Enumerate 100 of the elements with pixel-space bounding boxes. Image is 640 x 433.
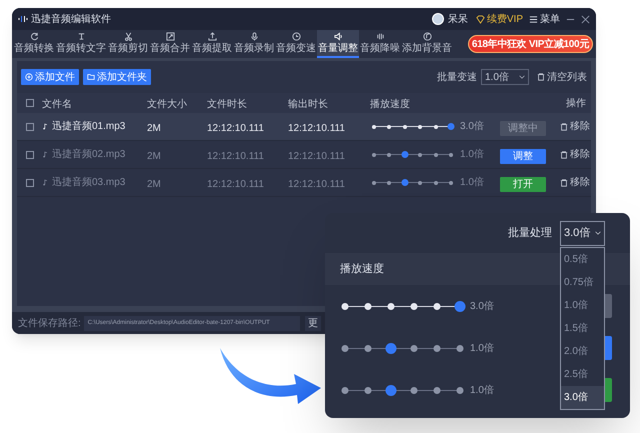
user-name: 呆呆 (448, 12, 468, 26)
trash-icon (537, 73, 545, 81)
table-cell: 12:12:10.111 (288, 150, 345, 162)
speed-slider[interactable] (339, 300, 466, 312)
slider-thumb[interactable] (448, 123, 454, 130)
toolbar-tab[interactable]: 音频降噪 (359, 30, 401, 58)
checkbox[interactable] (26, 99, 34, 107)
toolbar-tab[interactable]: 音频提取 (191, 30, 233, 58)
remove-button[interactable]: 移除 (560, 147, 590, 162)
dropdown-option[interactable]: 2.0倍 (561, 340, 604, 363)
open-button[interactable]: 打开 (500, 176, 546, 192)
toolbar-tab[interactable]: 添加背景音 (401, 30, 453, 58)
chevron-down-icon (519, 74, 525, 80)
folder-icon (87, 73, 95, 81)
speed-slider[interactable] (370, 122, 455, 132)
dropdown-option[interactable]: 1.5倍 (561, 317, 604, 340)
add-folder-button[interactable]: 添加文件夹 (83, 69, 151, 85)
close-icon[interactable] (581, 14, 590, 24)
logo-icon (18, 14, 28, 24)
save-path-label: 文件保存路径: (18, 316, 81, 330)
table-row[interactable]: 迅捷音频01.mp3 2M 12:12:10.111 12:12:10.111 3.0倍 调整中 移除 (17, 113, 591, 141)
window-title: 迅捷音频编辑软件 (31, 12, 111, 26)
dropdown-list[interactable]: 0.5倍 0.75倍 1.0倍 1.5倍 2.0倍 2.5倍 3.0倍 (560, 247, 605, 410)
upload-icon (208, 32, 216, 41)
toolbar-tab[interactable]: 音频录制 (233, 30, 275, 58)
toolbar-tab[interactable]: 音频变速 (275, 30, 317, 58)
table-cell: 12:12:10.111 (288, 122, 345, 134)
speed-slider[interactable] (339, 342, 466, 354)
speed-reading: 1.0倍 (470, 342, 494, 356)
table-cell: 12:12:10.111 (207, 178, 264, 190)
batch-process-label: 批量处理 (508, 226, 552, 241)
column-header: 输出时长 (288, 99, 328, 110)
diamond-icon (476, 14, 485, 24)
column-header: 播放速度 (370, 99, 410, 110)
speed-slider[interactable] (370, 178, 455, 188)
speed-dropdown[interactable]: 1.0倍 (481, 69, 529, 85)
section-title: 播放速度 (340, 262, 384, 277)
change-path-button[interactable]: 更 (304, 316, 321, 330)
refresh-icon (30, 32, 38, 41)
table-row[interactable]: 迅捷音频02.mp3 2M 12:12:10.111 12:12:10.111 1.0倍 调整 移除 (17, 141, 591, 169)
column-header: 文件时长 (207, 99, 247, 110)
scissors-icon (124, 32, 132, 41)
toolbar-tab[interactable]: 音频合并 (149, 30, 191, 58)
file-name: 迅捷音频03.mp3 (52, 176, 126, 190)
column-header: 操作 (566, 96, 586, 110)
table-cell: 2M (147, 178, 161, 190)
file-name: 迅捷音频02.mp3 (52, 148, 126, 162)
promo-banner[interactable]: 618年中狂欢 VIP立减100元 (468, 35, 593, 53)
slider-thumb[interactable] (401, 179, 408, 186)
text-convert-icon (76, 32, 86, 41)
clear-list-button[interactable]: 清空列表 (537, 70, 587, 84)
batch-speed-label: 批量变速 (437, 70, 477, 84)
toolbar-tab[interactable]: 音量调整 (317, 30, 359, 58)
merge-icon (166, 32, 174, 41)
speed-slider[interactable] (370, 150, 455, 160)
remove-button[interactable]: 移除 (560, 175, 590, 190)
table-cell: 2M (147, 122, 161, 134)
table-cell: 12:12:10.111 (207, 150, 264, 162)
table-row[interactable]: 迅捷音频03.mp3 2M 12:12:10.111 12:12:10.111 1.0倍 打开 移除 (17, 169, 591, 197)
toolbar-tab[interactable]: 音频剪切 (107, 30, 149, 58)
speed-reading: 3.0倍 (460, 120, 484, 134)
slider-thumb[interactable] (401, 151, 408, 158)
chevron-down-icon (595, 230, 601, 236)
dropdown-option[interactable]: 0.75倍 (561, 271, 604, 294)
menu-button[interactable]: 菜单 (529, 12, 560, 26)
slider-thumb[interactable] (386, 384, 396, 396)
table-cell: 2M (147, 150, 161, 162)
speed-reading: 3.0倍 (470, 300, 494, 314)
column-header: 文件大小 (147, 99, 187, 110)
speed-slider[interactable] (339, 384, 466, 396)
microphone-icon (250, 32, 258, 41)
dropdown-option[interactable]: 0.5倍 (561, 248, 604, 271)
speed-dropdown[interactable]: 3.0倍 (560, 220, 605, 246)
slider-thumb[interactable] (454, 300, 466, 312)
trash-icon (560, 178, 568, 186)
speed-reading: 1.0倍 (470, 384, 494, 398)
speaker-icon (334, 32, 342, 41)
file-name: 迅捷音频01.mp3 (52, 120, 126, 134)
avatar (432, 13, 444, 25)
checkbox[interactable] (26, 150, 34, 158)
equalizer-icon (376, 32, 384, 41)
checkbox[interactable] (26, 122, 34, 130)
column-header: 文件名 (42, 99, 72, 110)
dropdown-option[interactable]: 3.0倍 (561, 386, 604, 409)
remove-button[interactable]: 移除 (560, 119, 590, 134)
toolbar-tab[interactable]: 音频转换 (13, 30, 55, 58)
plus-circle-icon (25, 73, 33, 81)
trash-icon (560, 150, 568, 158)
speed-reading: 1.0倍 (460, 148, 484, 162)
speed-reading: 1.0倍 (460, 176, 484, 190)
menu-icon (529, 14, 538, 24)
dropdown-option[interactable]: 2.5倍 (561, 363, 604, 386)
adjust-button[interactable]: 调整 (500, 148, 546, 164)
slider-thumb[interactable] (386, 342, 396, 354)
vip-link[interactable]: 续费VIP (476, 12, 523, 26)
add-file-button[interactable]: 添加文件 (21, 69, 79, 85)
checkbox[interactable] (26, 178, 34, 186)
dropdown-option[interactable]: 1.0倍 (561, 294, 604, 317)
trash-icon (560, 122, 568, 130)
toolbar-tab[interactable]: 音频转文字 (55, 30, 107, 58)
